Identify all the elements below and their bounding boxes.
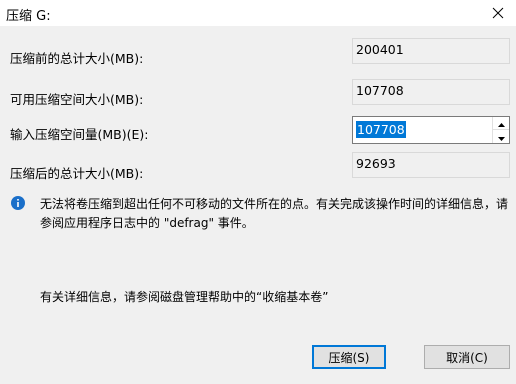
shrink-button[interactable]: 压缩(S) — [312, 345, 386, 369]
title-bar[interactable]: 压缩 G: — [0, 0, 516, 26]
close-icon — [492, 7, 504, 19]
shrink-amount-label: 输入压缩空间量(MB)(E): — [10, 127, 149, 142]
shrink-dialog: 压缩 G: 压缩前的总计大小(MB): 200401 可用压缩空间大小(MB):… — [0, 0, 516, 384]
chevron-down-icon — [497, 130, 505, 144]
total-size-after-value: 92693 — [352, 152, 510, 178]
shrink-amount-input[interactable]: 107708 — [356, 121, 406, 138]
available-shrink-space-value: 107708 — [352, 79, 510, 105]
shrink-amount-stepper[interactable]: 107708 — [352, 116, 510, 144]
chevron-up-icon — [497, 116, 505, 130]
spin-buttons — [492, 117, 509, 143]
total-size-after-label: 压缩后的总计大小(MB): — [10, 166, 144, 181]
window-title: 压缩 G: — [6, 9, 51, 24]
help-message: 有关详细信息，请参阅磁盘管理帮助中的“收缩基本卷” — [40, 290, 329, 304]
info-icon — [11, 196, 25, 210]
spin-down-button[interactable] — [493, 130, 509, 143]
available-shrink-space-label: 可用压缩空间大小(MB): — [10, 92, 144, 107]
info-message: 无法将卷压缩到超出任何不可移动的文件所在的点。有关完成该操作时间的详细信息，请参… — [40, 197, 509, 230]
total-size-before-label: 压缩前的总计大小(MB): — [10, 51, 144, 66]
total-size-before-value: 200401 — [352, 38, 510, 64]
close-button[interactable] — [480, 0, 516, 26]
cancel-button[interactable]: 取消(C) — [424, 345, 510, 369]
spin-up-button[interactable] — [493, 117, 509, 130]
